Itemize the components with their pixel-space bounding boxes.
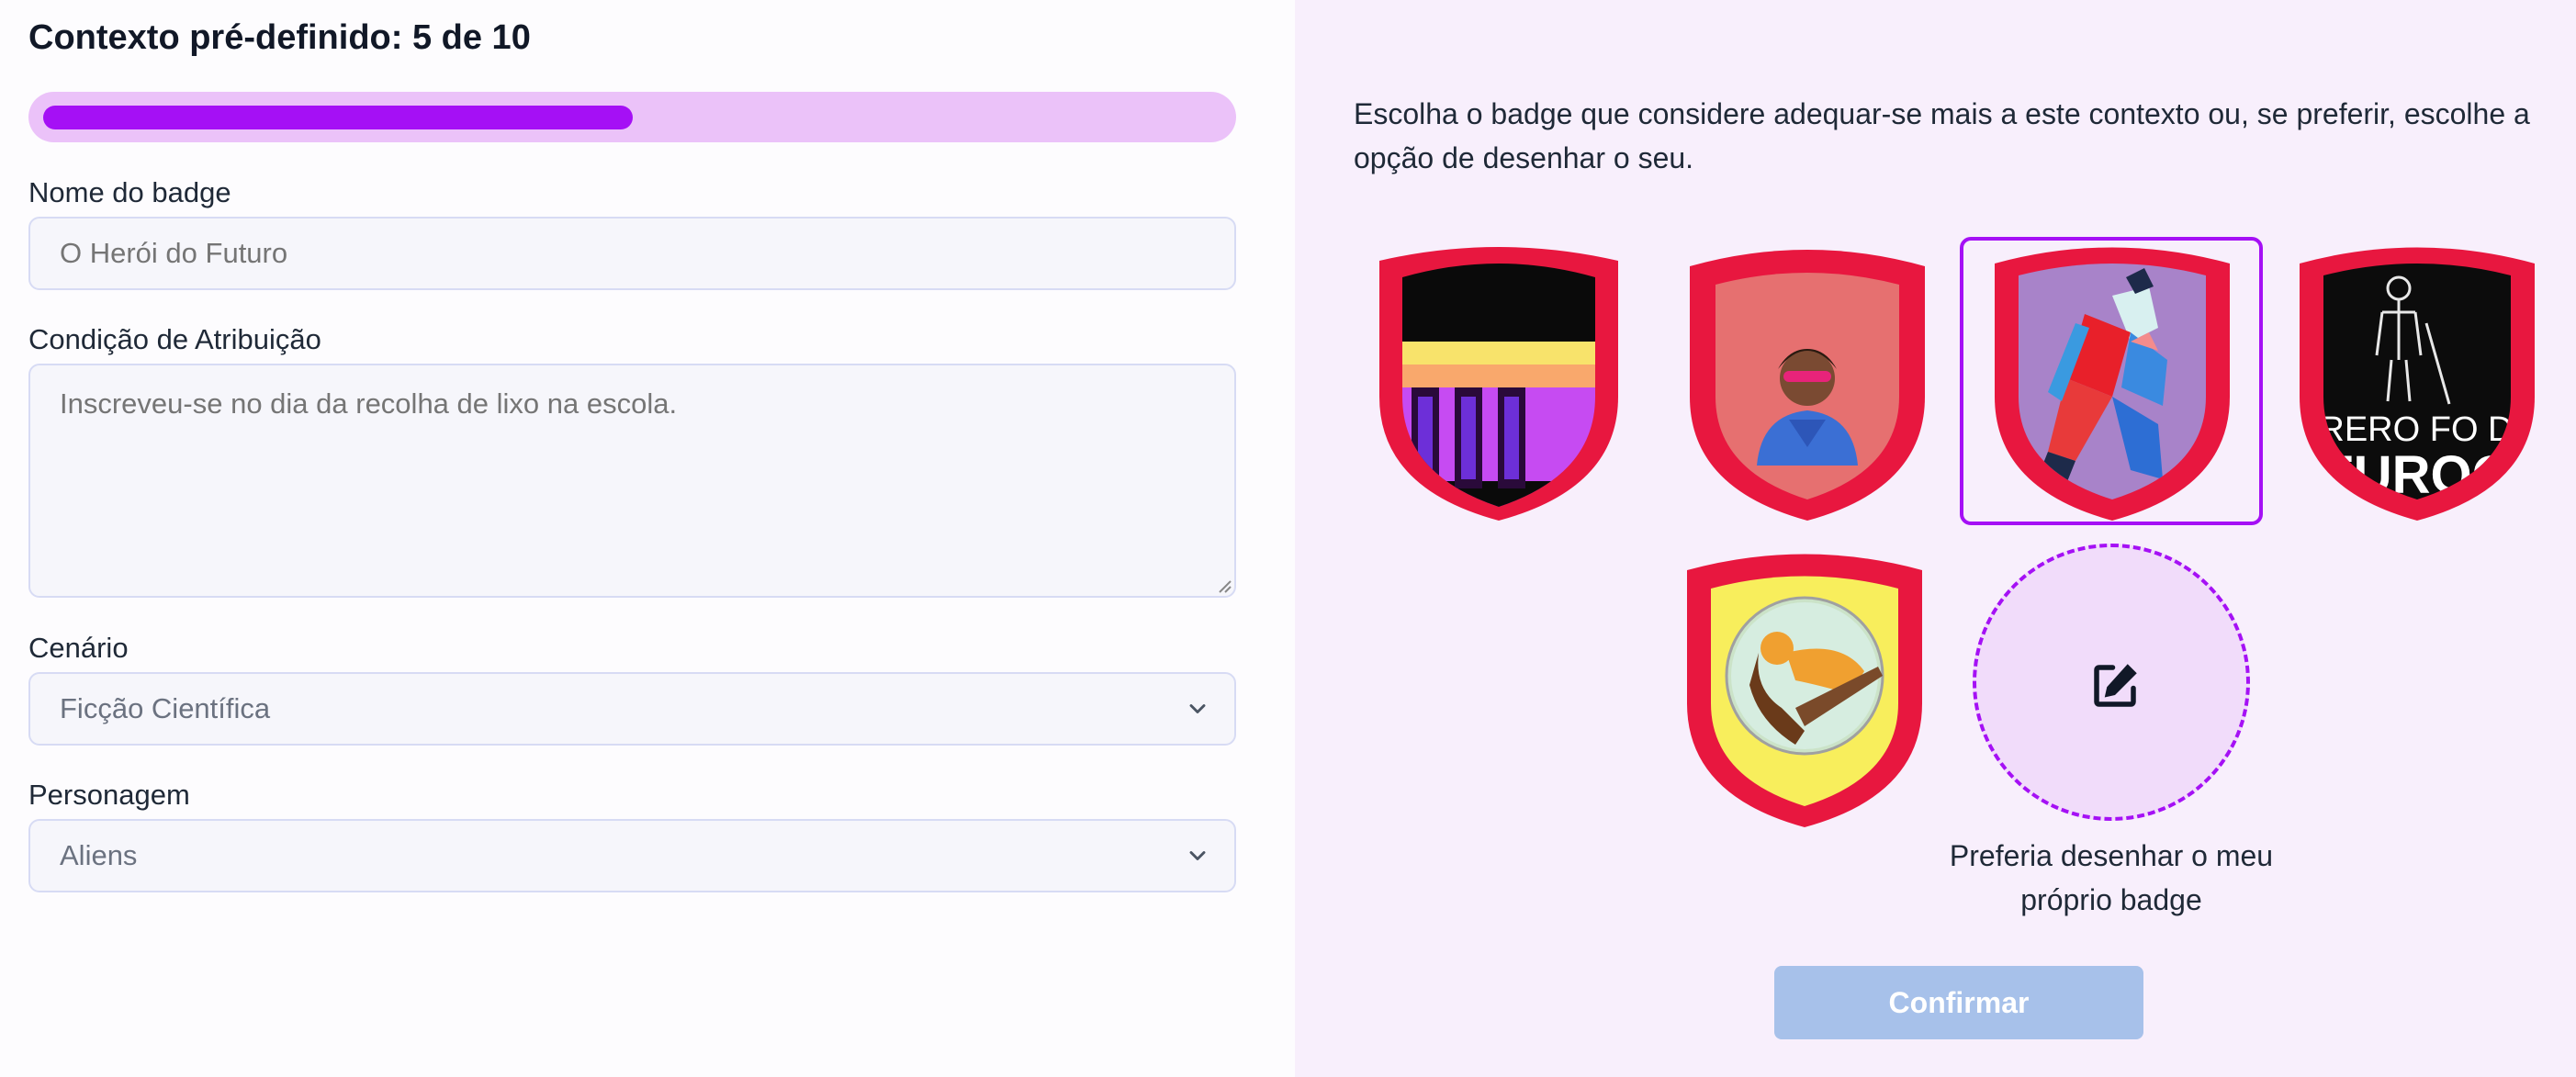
hero-text-badge-image: URERO FO DO FUROG: [2300, 247, 2535, 521]
badge-name-input[interactable]: [28, 217, 1236, 290]
progress-bar-fill: [43, 106, 633, 129]
character-select-value: Aliens: [60, 839, 138, 871]
confirm-button[interactable]: Confirmar: [1774, 966, 2143, 1039]
condition-textarea-wrap: [28, 364, 1236, 598]
badge-option-runner[interactable]: [1974, 241, 2250, 525]
chevron-down-icon: [1189, 851, 1206, 860]
aliens-badge-image: [1379, 247, 1618, 521]
chevron-down-icon: [1189, 704, 1206, 713]
chooser-instructions: Escolha o badge que considere adequar-se…: [1354, 97, 2530, 174]
scenario-select[interactable]: Ficção Científica: [28, 672, 1236, 746]
character-label: Personagem: [28, 779, 190, 811]
superhero-badge-image: [1690, 250, 1925, 521]
page-title: Contexto pré-definido: 5 de 10: [28, 18, 531, 57]
condition-label: Condição de Atribuição: [28, 323, 321, 355]
character-select[interactable]: Aliens: [28, 819, 1236, 892]
draw-own-caption: Preferia desenhar o meu próprio badge: [1949, 839, 2274, 916]
badge-option-hero-text[interactable]: URERO FO DO FUROG: [2279, 241, 2555, 525]
badge-name-label: Nome do badge: [28, 176, 231, 208]
scenario-label: Cenário: [28, 632, 129, 664]
resize-handle-icon[interactable]: [1216, 578, 1232, 594]
badge-option-crouching[interactable]: [1667, 547, 1942, 832]
progress-bar: [28, 92, 1236, 142]
crouching-badge-image: [1687, 554, 1922, 827]
context-form-panel: Contexto pré-definido: 5 de 10 Nome do b…: [0, 0, 1295, 1077]
draw-own-badge-option[interactable]: [1973, 544, 2250, 821]
runner-badge-image: [1995, 247, 2230, 521]
condition-textarea[interactable]: [28, 364, 1236, 598]
edit-icon: [2094, 664, 2137, 707]
badge-option-aliens[interactable]: [1361, 241, 1637, 525]
badge-option-superhero[interactable]: [1670, 241, 1945, 525]
scenario-select-value: Ficção Científica: [60, 692, 271, 724]
